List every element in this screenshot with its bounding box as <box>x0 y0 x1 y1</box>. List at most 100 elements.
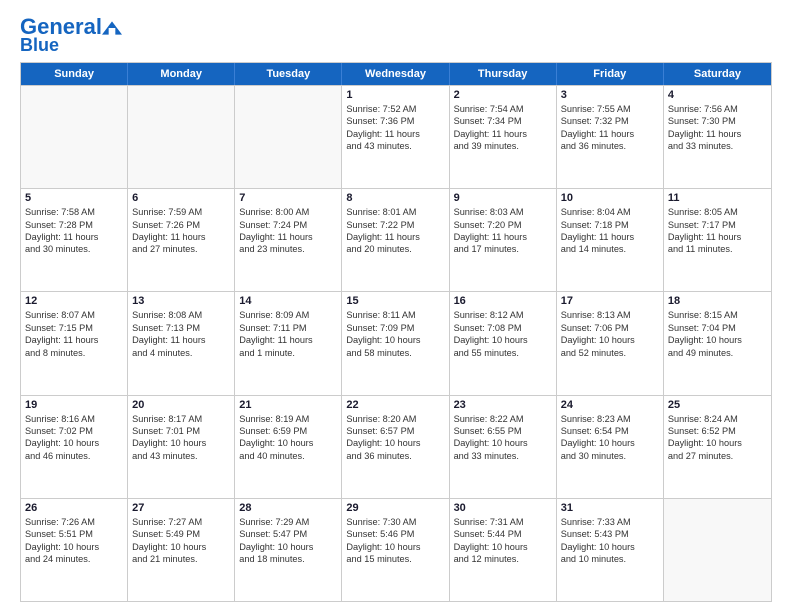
weekday-header-wednesday: Wednesday <box>342 63 449 85</box>
cell-info-line: Sunset: 7:36 PM <box>346 115 444 127</box>
cell-info-line: and 30 minutes. <box>25 243 123 255</box>
cell-info-line: Sunset: 6:54 PM <box>561 425 659 437</box>
cell-info-line: Sunrise: 8:00 AM <box>239 206 337 218</box>
cell-info-line: Sunrise: 7:31 AM <box>454 516 552 528</box>
calendar-cell-5-1: 26Sunrise: 7:26 AMSunset: 5:51 PMDayligh… <box>21 499 128 601</box>
cell-info-line: Sunrise: 8:16 AM <box>25 413 123 425</box>
cell-info-line: Daylight: 10 hours <box>454 541 552 553</box>
cell-info-line: Sunrise: 8:04 AM <box>561 206 659 218</box>
cell-info-line: Sunrise: 8:20 AM <box>346 413 444 425</box>
day-number: 4 <box>668 89 767 101</box>
cell-info-line: and 43 minutes. <box>346 140 444 152</box>
cell-info-line: and 18 minutes. <box>239 553 337 565</box>
cell-info-line: Sunrise: 8:08 AM <box>132 309 230 321</box>
calendar-cell-4-3: 21Sunrise: 8:19 AMSunset: 6:59 PMDayligh… <box>235 396 342 498</box>
calendar-cell-1-1 <box>21 86 128 188</box>
cell-info-line: Daylight: 10 hours <box>132 437 230 449</box>
day-number: 13 <box>132 295 230 307</box>
cell-info-line: and 46 minutes. <box>25 450 123 462</box>
cell-info-line: Daylight: 11 hours <box>239 334 337 346</box>
cell-info-line: and 10 minutes. <box>561 553 659 565</box>
day-number: 18 <box>668 295 767 307</box>
cell-info-line: Sunset: 6:57 PM <box>346 425 444 437</box>
cell-info-line: Sunset: 7:09 PM <box>346 322 444 334</box>
cell-info-line: and 58 minutes. <box>346 347 444 359</box>
calendar-cell-2-5: 9Sunrise: 8:03 AMSunset: 7:20 PMDaylight… <box>450 189 557 291</box>
cell-info-line: and 39 minutes. <box>454 140 552 152</box>
cell-info-line: Daylight: 11 hours <box>668 231 767 243</box>
cell-info-line: and 4 minutes. <box>132 347 230 359</box>
cell-info-line: Sunrise: 8:11 AM <box>346 309 444 321</box>
cell-info-line: Daylight: 10 hours <box>346 334 444 346</box>
day-number: 14 <box>239 295 337 307</box>
cell-info-line: Daylight: 10 hours <box>25 541 123 553</box>
cell-info-line: and 15 minutes. <box>346 553 444 565</box>
calendar-row-5: 26Sunrise: 7:26 AMSunset: 5:51 PMDayligh… <box>21 498 771 601</box>
cell-info-line: Sunset: 5:43 PM <box>561 528 659 540</box>
cell-info-line: Daylight: 10 hours <box>25 437 123 449</box>
weekday-header-saturday: Saturday <box>664 63 771 85</box>
day-number: 20 <box>132 399 230 411</box>
day-number: 24 <box>561 399 659 411</box>
calendar-row-3: 12Sunrise: 8:07 AMSunset: 7:15 PMDayligh… <box>21 291 771 394</box>
calendar-cell-5-7 <box>664 499 771 601</box>
cell-info-line: Sunset: 7:02 PM <box>25 425 123 437</box>
cell-info-line: Daylight: 10 hours <box>346 541 444 553</box>
calendar-cell-1-5: 2Sunrise: 7:54 AMSunset: 7:34 PMDaylight… <box>450 86 557 188</box>
cell-info-line: and 17 minutes. <box>454 243 552 255</box>
day-number: 28 <box>239 502 337 514</box>
calendar-cell-4-5: 23Sunrise: 8:22 AMSunset: 6:55 PMDayligh… <box>450 396 557 498</box>
cell-info-line: Daylight: 11 hours <box>561 231 659 243</box>
cell-info-line: and 23 minutes. <box>239 243 337 255</box>
day-number: 10 <box>561 192 659 204</box>
cell-info-line: and 43 minutes. <box>132 450 230 462</box>
calendar-cell-4-4: 22Sunrise: 8:20 AMSunset: 6:57 PMDayligh… <box>342 396 449 498</box>
day-number: 11 <box>668 192 767 204</box>
cell-info-line: Sunset: 7:04 PM <box>668 322 767 334</box>
cell-info-line: Daylight: 11 hours <box>454 128 552 140</box>
calendar-cell-2-2: 6Sunrise: 7:59 AMSunset: 7:26 PMDaylight… <box>128 189 235 291</box>
cell-info-line: Sunset: 7:18 PM <box>561 219 659 231</box>
cell-info-line: Daylight: 10 hours <box>239 541 337 553</box>
cell-info-line: Daylight: 11 hours <box>454 231 552 243</box>
cell-info-line: Sunrise: 7:29 AM <box>239 516 337 528</box>
calendar-cell-1-6: 3Sunrise: 7:55 AMSunset: 7:32 PMDaylight… <box>557 86 664 188</box>
cell-info-line: Sunset: 6:59 PM <box>239 425 337 437</box>
day-number: 29 <box>346 502 444 514</box>
cell-info-line: Sunrise: 7:54 AM <box>454 103 552 115</box>
cell-info-line: Sunrise: 7:33 AM <box>561 516 659 528</box>
calendar-cell-3-5: 16Sunrise: 8:12 AMSunset: 7:08 PMDayligh… <box>450 292 557 394</box>
day-number: 1 <box>346 89 444 101</box>
cell-info-line: Sunset: 7:32 PM <box>561 115 659 127</box>
calendar-cell-3-2: 13Sunrise: 8:08 AMSunset: 7:13 PMDayligh… <box>128 292 235 394</box>
cell-info-line: Sunset: 7:06 PM <box>561 322 659 334</box>
day-number: 3 <box>561 89 659 101</box>
cell-info-line: Daylight: 11 hours <box>25 231 123 243</box>
calendar-cell-4-6: 24Sunrise: 8:23 AMSunset: 6:54 PMDayligh… <box>557 396 664 498</box>
cell-info-line: Sunset: 5:44 PM <box>454 528 552 540</box>
cell-info-line: Daylight: 11 hours <box>346 128 444 140</box>
cell-info-line: Daylight: 10 hours <box>454 334 552 346</box>
cell-info-line: Sunset: 7:17 PM <box>668 219 767 231</box>
cell-info-line: Sunrise: 7:59 AM <box>132 206 230 218</box>
cell-info-line: Sunrise: 8:24 AM <box>668 413 767 425</box>
day-number: 22 <box>346 399 444 411</box>
day-number: 23 <box>454 399 552 411</box>
cell-info-line: Sunrise: 8:01 AM <box>346 206 444 218</box>
calendar-cell-5-3: 28Sunrise: 7:29 AMSunset: 5:47 PMDayligh… <box>235 499 342 601</box>
day-number: 30 <box>454 502 552 514</box>
logo-icon <box>102 21 122 35</box>
cell-info-line: Sunset: 5:49 PM <box>132 528 230 540</box>
calendar: SundayMondayTuesdayWednesdayThursdayFrid… <box>20 62 772 602</box>
calendar-row-1: 1Sunrise: 7:52 AMSunset: 7:36 PMDaylight… <box>21 85 771 188</box>
cell-info-line: Sunrise: 8:22 AM <box>454 413 552 425</box>
cell-info-line: Sunset: 5:51 PM <box>25 528 123 540</box>
cell-info-line: Daylight: 11 hours <box>239 231 337 243</box>
day-number: 25 <box>668 399 767 411</box>
header: General Blue <box>20 16 772 54</box>
cell-info-line: and 21 minutes. <box>132 553 230 565</box>
day-number: 21 <box>239 399 337 411</box>
cell-info-line: Daylight: 11 hours <box>132 231 230 243</box>
cell-info-line: Sunset: 7:30 PM <box>668 115 767 127</box>
weekday-header-monday: Monday <box>128 63 235 85</box>
